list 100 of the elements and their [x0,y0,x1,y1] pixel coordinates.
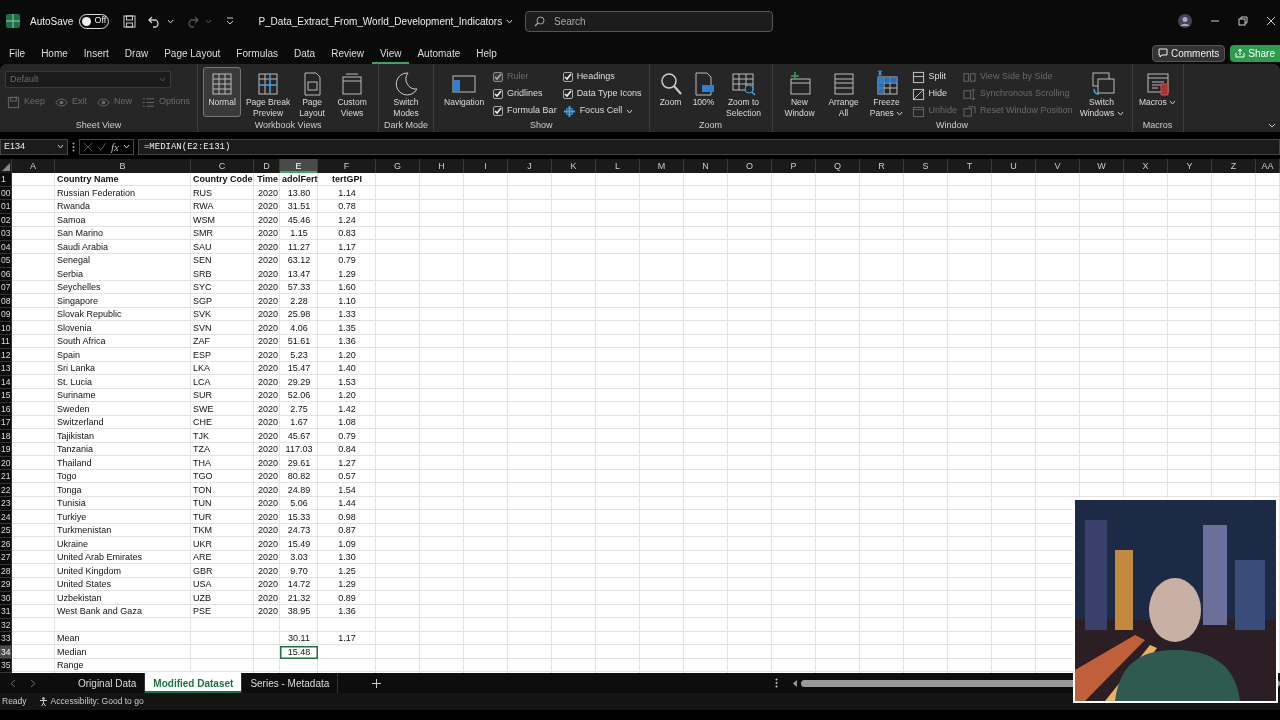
add-sheet-button[interactable] [372,678,382,688]
ribbon-button[interactable]: Page Break Preview [243,67,294,117]
ribbon-button[interactable]: Custom Views [331,67,374,117]
menu-tab[interactable]: Insert [75,42,117,64]
row-header[interactable]: 19 [0,443,12,457]
ribbon-button[interactable]: New Window [777,67,822,117]
menu-tab[interactable]: Help [468,42,505,64]
name-box[interactable]: E134 [0,138,68,155]
ribbon-button[interactable]: Normal [203,67,242,117]
row-header[interactable]: 03 [0,227,12,241]
select-all-icon[interactable] [1,162,10,171]
row-header[interactable]: 07 [0,281,12,295]
ribbon-button[interactable]: Freeze Panes [865,67,908,117]
ribbon-button[interactable]: 100% [688,67,719,117]
table-cell-text: United Arab Emirates [56,551,144,564]
row-header[interactable]: 35 [0,659,12,673]
row-header[interactable]: 1 [0,173,12,187]
redo-button[interactable] [186,14,200,28]
row-header[interactable]: 11 [0,335,12,349]
row-header[interactable]: 25 [0,524,12,538]
row-header[interactable]: 05 [0,254,12,268]
row-header[interactable]: 29 [0,578,12,592]
ribbon-button[interactable]: Navigation [439,67,490,117]
menu-tab[interactable]: Data [286,42,324,64]
ribbon-button[interactable]: Focus Cell [560,103,644,119]
table-cell-text: UZB [192,591,212,605]
table-cell-text: 38.95 [286,605,312,618]
restore-button[interactable] [1238,16,1248,26]
checkbox[interactable] [493,106,504,116]
menu-tab[interactable]: Page Layout [156,42,229,64]
ribbon-button[interactable]: Zoom [654,67,687,117]
row-header[interactable]: 21 [0,470,12,484]
collapse-ribbon-button[interactable] [1268,123,1276,128]
row-header[interactable]: 15 [0,389,12,403]
ribbon-button[interactable]: Arrange All [823,67,864,117]
previous-sheet-button[interactable] [10,678,16,688]
table-cell-text: Sweden [56,402,91,416]
sheet-tab[interactable]: Modified Dataset [145,673,243,693]
column-header[interactable]: E [280,159,318,173]
comments-button[interactable]: Comments [1151,44,1226,62]
menu-tab[interactable]: Home [33,42,76,64]
table-cell-text: 2020 [256,591,279,605]
next-sheet-button[interactable] [30,678,36,688]
row-header[interactable]: 09 [0,308,12,322]
table-cell-text: Sri Lanka [56,362,97,375]
caret-icon [205,18,213,24]
avatar-icon [1178,14,1192,28]
menu-tab[interactable]: Draw [116,42,157,64]
ribbon-button[interactable]: Macros [1137,67,1178,117]
table-cell-text: 1.20 [337,389,357,402]
table-cell-text: Rwanda [56,200,92,213]
table-cell-text: 117.03 [284,443,314,456]
menu-tab[interactable]: Automate [409,42,469,64]
cancel-icon[interactable] [83,141,93,152]
close-button[interactable] [1266,16,1276,26]
table-cell-text: Suriname [56,389,97,402]
menu-tab[interactable]: View [371,42,410,64]
table-cell-text: Median [56,645,88,659]
table-cell-text: 2.75 [289,402,309,416]
customize-toolbar-button[interactable] [226,17,235,25]
group-label: Show [529,119,554,132]
account-button[interactable] [1178,14,1192,28]
checkbox[interactable] [562,89,573,99]
table-cell-text: SGP [192,294,213,308]
ribbon-button[interactable]: Switch Modes [386,67,427,117]
ribbon-button[interactable]: Split [909,69,960,85]
formula-field[interactable]: =MEDIAN(E2:E131) [137,138,1280,155]
table-cell-text: 2020 [256,308,279,321]
row-header[interactable]: 27 [0,551,12,565]
share-button[interactable]: Share [1230,44,1280,62]
row-header[interactable]: 17 [0,416,12,430]
menu-tab[interactable]: Formulas [228,42,287,64]
ribbon-button[interactable]: Page Layout [295,67,330,117]
ribbon-button[interactable]: Zoom to Selection [720,67,767,117]
menu-tab[interactable]: Review [323,42,372,64]
row-header[interactable]: 31 [0,605,12,619]
checkbox[interactable] [562,72,573,82]
file-name-button[interactable]: P_Data_Extract_From_World_Development_Indicators [252,12,520,30]
checkbox[interactable] [493,89,504,99]
enter-icon[interactable] [97,141,107,152]
row-header[interactable]: 33 [0,632,12,646]
save-button[interactable] [123,14,137,28]
table-cell-text: GBR [192,564,214,578]
table-cell-text: TZA [192,443,211,456]
group-label: Zoom [698,119,723,132]
insert-function-button[interactable]: fx [111,139,119,154]
ribbon-button[interactable]: Hide [909,86,960,102]
more-icon[interactable] [775,678,778,688]
ribbon-button[interactable]: Switch Windows [1076,67,1127,117]
row-header[interactable]: 13 [0,362,12,376]
table-cell-text: 1.20 [337,348,357,362]
table-cell-text: Tanzania [56,443,95,456]
table-cell-text: 1.54 [337,483,357,497]
table-cell-text: 25.98 [286,308,312,321]
table-cell-text: 2020 [256,254,279,267]
search-field[interactable]: Search [525,10,773,32]
row-header[interactable]: 01 [0,200,12,214]
menu-tab[interactable]: File [1,42,34,64]
row-header[interactable]: 23 [0,497,12,511]
undo-button[interactable] [148,14,162,28]
